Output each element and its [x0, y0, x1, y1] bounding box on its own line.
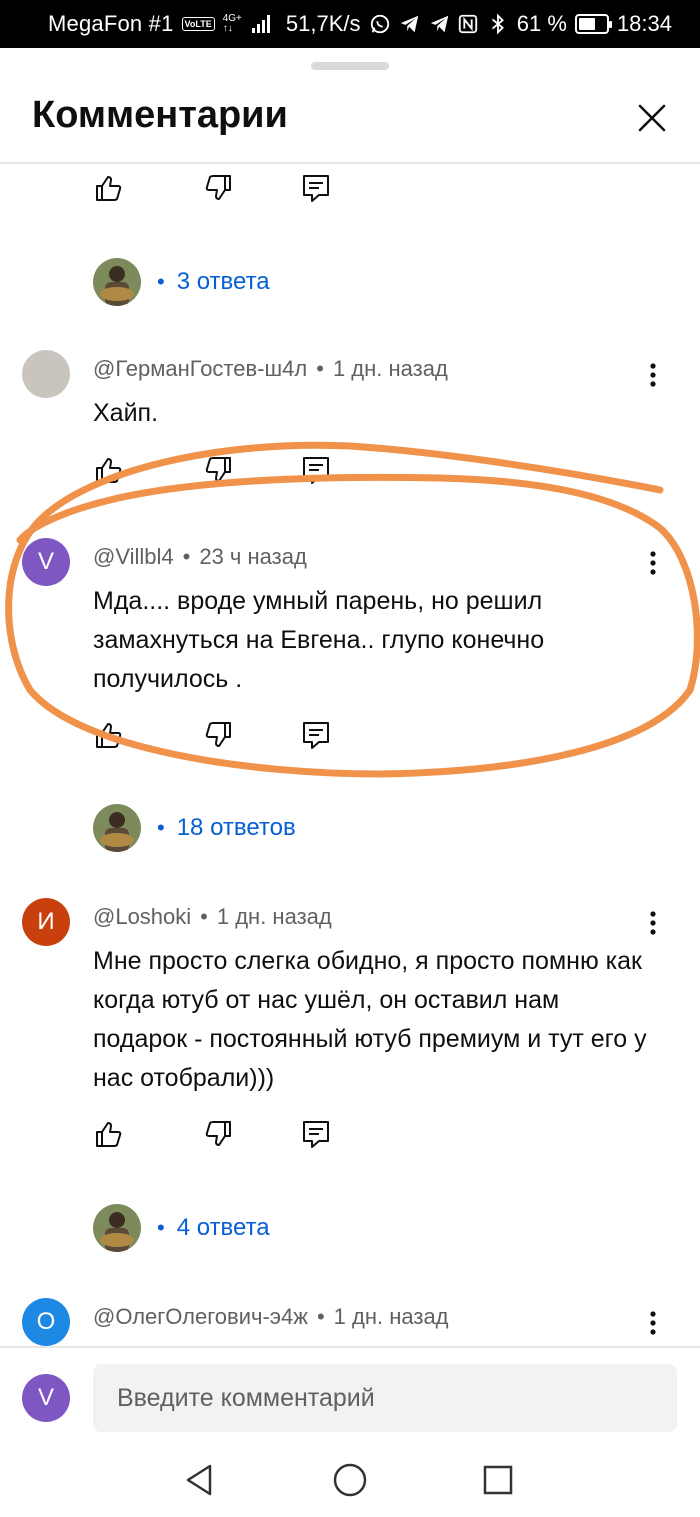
bluetooth-icon: [491, 13, 504, 35]
network-speed: 51,7K/s: [285, 11, 361, 36]
reply-icon[interactable]: [300, 1118, 332, 1150]
comment-text: Мне просто слегка обидно, я просто помню…: [93, 947, 647, 1092]
telegram-icon-2: [430, 15, 448, 33]
comment-meta: @Villbl4 • 23 ч назад: [93, 544, 307, 569]
dislike-icon[interactable]: [202, 454, 234, 486]
system-nav-bar: [0, 1448, 700, 1517]
comment-actions: [93, 1118, 353, 1158]
comment-author[interactable]: @Loshoki: [93, 904, 191, 929]
volte-badge: VoLTE: [181, 17, 215, 31]
more-options-icon[interactable]: [640, 1308, 666, 1338]
dislike-icon[interactable]: [202, 1118, 234, 1150]
comment-meta: @ГерманГостев-ш4л • 1 дн. назад: [93, 356, 448, 381]
telegram-icon: [400, 15, 418, 33]
comment-time: 1 дн. назад: [216, 904, 332, 929]
nfc-icon: [458, 14, 477, 34]
dislike-icon[interactable]: [202, 719, 234, 751]
user-avatar: V: [22, 1374, 70, 1422]
replies-link[interactable]: • 3 ответа: [93, 258, 270, 306]
replies-count: 3 ответа: [176, 268, 270, 295]
battery-icon: [574, 14, 612, 34]
avatar[interactable]: И: [22, 898, 70, 946]
like-icon[interactable]: [93, 1118, 125, 1150]
status-bar: MegaFon #1 VoLTE 4G+ ↑↓ 51,7K/s 61 % 18:…: [0, 0, 700, 48]
comment-author[interactable]: @Villbl4: [93, 544, 174, 569]
close-icon[interactable]: [630, 96, 674, 140]
recents-icon[interactable]: [478, 1460, 518, 1500]
reply-icon[interactable]: [300, 172, 332, 204]
creator-avatar: [93, 258, 141, 306]
replies-count: 18 ответов: [176, 814, 296, 841]
signal-icon: [251, 15, 270, 33]
like-icon[interactable]: [93, 454, 125, 486]
replies-link[interactable]: • 18 ответов: [93, 804, 296, 852]
comment-time: 1 дн. назад: [333, 1304, 449, 1329]
sheet-title: Комментарии: [32, 94, 288, 136]
replies-count: 4 ответа: [176, 1214, 270, 1241]
comment-actions: [93, 719, 353, 759]
like-icon[interactable]: [93, 719, 125, 751]
whatsapp-icon: [370, 14, 389, 34]
back-icon[interactable]: [180, 1460, 220, 1500]
avatar[interactable]: [22, 350, 70, 398]
comment-text: Хайп.: [93, 399, 159, 427]
comment-actions: [93, 454, 353, 494]
more-options-icon[interactable]: [640, 908, 666, 938]
comment-time: 1 дн. назад: [332, 356, 448, 381]
home-icon[interactable]: [330, 1460, 370, 1500]
reply-icon[interactable]: [300, 719, 332, 751]
network-type: 4G+ ↑↓: [223, 14, 242, 34]
carrier-name: MegaFon #1: [48, 11, 174, 36]
comment-author[interactable]: @ГерманГостев-ш4л: [93, 356, 307, 381]
comment-actions: [93, 172, 353, 212]
dislike-icon[interactable]: [202, 172, 234, 204]
sheet-header: Комментарии: [0, 86, 700, 164]
comment-meta: @ОлегОлегович-э4ж • 1 дн. назад: [93, 1304, 449, 1329]
network-type-bottom: ↑↓: [222, 23, 233, 34]
drag-handle[interactable]: [311, 62, 389, 70]
battery-percent: 61 %: [516, 11, 567, 36]
like-icon[interactable]: [93, 172, 125, 204]
clock: 18:34: [616, 11, 672, 36]
comment-composer: V: [0, 1346, 700, 1448]
avatar[interactable]: О: [22, 1298, 70, 1346]
comment-input[interactable]: [93, 1364, 677, 1432]
creator-avatar: [93, 804, 141, 852]
avatar[interactable]: V: [22, 538, 70, 586]
more-options-icon[interactable]: [640, 360, 666, 390]
comment-meta: @Loshoki • 1 дн. назад: [93, 904, 332, 929]
creator-avatar: [93, 1204, 141, 1252]
comment-time: 23 ч назад: [199, 544, 307, 569]
more-options-icon[interactable]: [640, 548, 666, 578]
comment-text: Мда.... вроде умный парень, но решил зам…: [93, 587, 545, 693]
reply-icon[interactable]: [300, 454, 332, 486]
screen: MegaFon #1 VoLTE 4G+ ↑↓ 51,7K/s 61 % 18:…: [0, 0, 700, 1517]
comment-list[interactable]: • 3 ответа @ГерманГостев-ш4л • 1 дн. назад…: [0, 164, 700, 1346]
comment-author[interactable]: @ОлегОлегович-э4ж: [93, 1304, 308, 1329]
replies-link[interactable]: • 4 ответа: [93, 1204, 270, 1252]
